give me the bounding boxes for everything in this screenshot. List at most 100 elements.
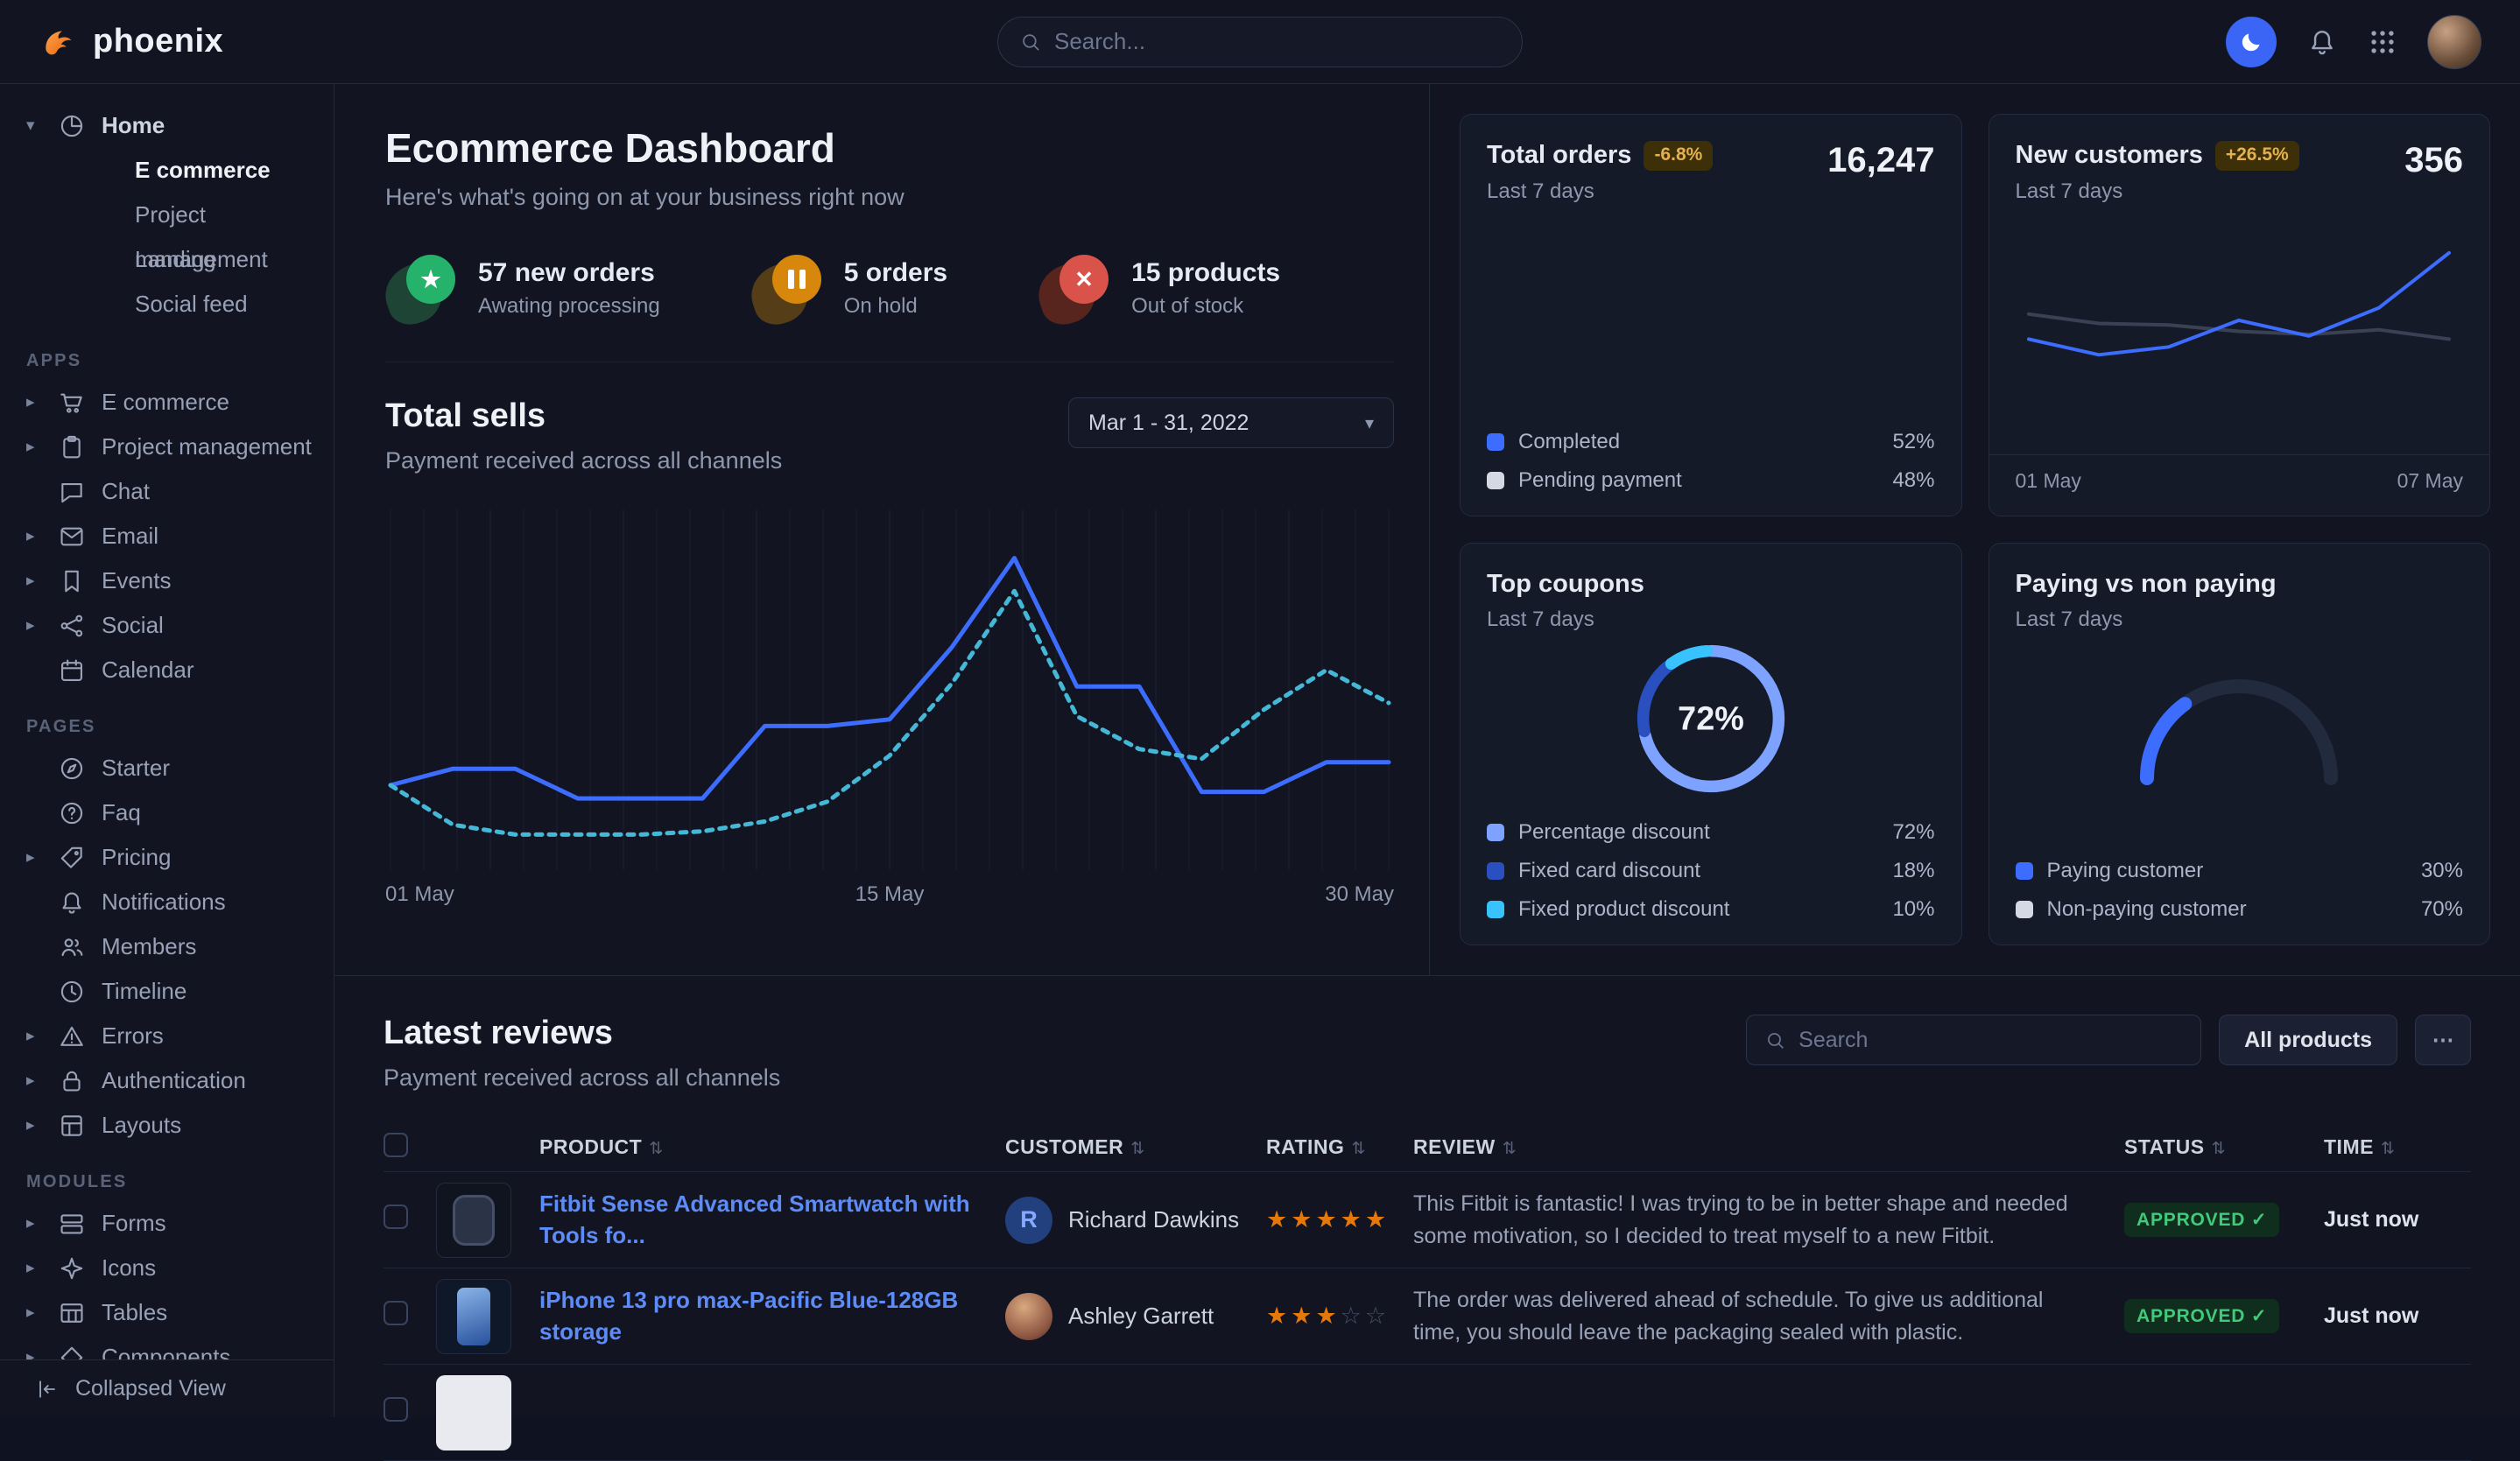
legend-label: Fixed product discount xyxy=(1518,897,1729,922)
product-link[interactable]: Fitbit Sense Advanced Smartwatch with To… xyxy=(539,1191,970,1247)
bell-icon xyxy=(58,889,86,917)
page-subtitle: Here's what's going on at your business … xyxy=(385,184,1394,211)
x-axis-label: 07 May xyxy=(2397,469,2463,493)
legend-label: Non-paying customer xyxy=(2047,897,2247,922)
all-products-button[interactable]: All products xyxy=(2219,1015,2397,1065)
legend-label: Paying customer xyxy=(2047,859,2204,883)
bell-icon xyxy=(2306,26,2338,58)
search-icon xyxy=(1764,1029,1786,1051)
sidebar-item-members[interactable]: Members xyxy=(26,924,316,969)
reviews-search[interactable] xyxy=(1746,1015,2201,1065)
collapsed-view-button[interactable]: Collapsed View xyxy=(0,1359,334,1417)
star-icon: ☆ xyxy=(1341,1303,1365,1329)
legend-item: Paying customer 30% xyxy=(2016,859,2464,883)
sidebar-item-events[interactable]: ▸ Events xyxy=(26,558,316,603)
sidebar-item-e-commerce[interactable]: ▸ E commerce xyxy=(26,380,316,425)
global-search[interactable] xyxy=(997,17,1523,67)
sidebar-item-starter[interactable]: Starter xyxy=(26,746,316,790)
chevron-right-icon: ▸ xyxy=(26,392,58,412)
card-title: Total orders xyxy=(1487,141,1631,169)
column-header-customer[interactable]: CUSTOMER⇅ xyxy=(1005,1135,1266,1159)
paying-gauge-chart xyxy=(2121,657,2357,793)
moon-icon xyxy=(2238,29,2264,55)
quick-stats: ★ 57 new orders Awating processing 5 ord… xyxy=(385,253,1394,323)
sidebar-item-forms[interactable]: ▸ Forms xyxy=(26,1201,316,1246)
column-header-rating[interactable]: RATING⇅ xyxy=(1266,1135,1413,1159)
customer-avatar xyxy=(1005,1293,1052,1340)
dashboard-top-section: Ecommerce Dashboard Here's what's going … xyxy=(334,84,2520,976)
x-axis-label: 30 May xyxy=(1325,882,1394,907)
column-header-status[interactable]: STATUS⇅ xyxy=(2124,1135,2324,1159)
legend-swatch xyxy=(1487,862,1504,880)
customer-name: Ashley Garrett xyxy=(1068,1303,1214,1330)
pie-icon xyxy=(58,112,86,140)
review-time: Just now xyxy=(2324,1207,2455,1233)
tag-icon xyxy=(58,844,86,872)
stat-caption: On hold xyxy=(844,294,947,319)
sidebar-item-chat[interactable]: Chat xyxy=(26,469,316,514)
stat-title: 57 new orders xyxy=(478,258,660,288)
new-customers-card: New customers+26.5% Last 7 days 356 01 M… xyxy=(1989,114,2491,516)
sidebar-item-project-management[interactable]: ▸ Project management xyxy=(26,425,316,469)
sidebar-item-e-commerce[interactable]: E commerce xyxy=(26,148,316,193)
collapsed-view-label: Collapsed View xyxy=(75,1376,226,1401)
sidebar-item-tables[interactable]: ▸ Tables xyxy=(26,1290,316,1335)
notifications-button[interactable] xyxy=(2306,26,2338,58)
reviews-search-input[interactable] xyxy=(1798,1028,2183,1053)
row-checkbox[interactable] xyxy=(384,1301,408,1325)
product-image xyxy=(436,1375,511,1450)
bookmark-icon xyxy=(58,567,86,595)
sidebar: ▾ HomeE commerceProject managementLandin… xyxy=(0,84,334,1417)
status-badge: APPROVED ✓ xyxy=(2124,1299,2279,1333)
global-search-input[interactable] xyxy=(1054,28,1501,55)
compass-icon xyxy=(58,755,86,783)
column-header-product[interactable]: PRODUCT⇅ xyxy=(539,1135,1005,1159)
product-link[interactable]: iPhone 13 pro max-Pacific Blue-128GB sto… xyxy=(539,1287,958,1344)
legend-value: 70% xyxy=(2421,897,2463,922)
total-orders-chart xyxy=(1505,219,1917,385)
row-checkbox[interactable] xyxy=(384,1397,408,1422)
reviews-subtitle: Payment received across all channels xyxy=(384,1064,780,1092)
sidebar-item-components[interactable]: ▸ Components xyxy=(26,1335,316,1359)
sort-icon: ⇅ xyxy=(1503,1140,1517,1158)
chevron-right-icon: ▸ xyxy=(26,1347,58,1359)
chevron-right-icon: ▸ xyxy=(26,437,58,457)
theme-toggle-button[interactable] xyxy=(2226,17,2277,67)
row-checkbox[interactable] xyxy=(384,1205,408,1229)
more-options-button[interactable]: ⋯ xyxy=(2415,1015,2471,1065)
legend-value: 48% xyxy=(1892,468,1934,493)
sidebar-item-errors[interactable]: ▸ Errors xyxy=(26,1014,316,1058)
sidebar-item-home[interactable]: ▾ Home xyxy=(26,103,316,148)
sidebar-item-layouts[interactable]: ▸ Layouts xyxy=(26,1103,316,1148)
sidebar-item-faq[interactable]: Faq xyxy=(26,790,316,835)
calendar-icon xyxy=(58,657,86,685)
sidebar-item-timeline[interactable]: Timeline xyxy=(26,969,316,1014)
sidebar-item-notifications[interactable]: Notifications xyxy=(26,880,316,924)
sidebar-item-email[interactable]: ▸ Email xyxy=(26,514,316,558)
sidebar-item-pricing[interactable]: ▸ Pricing xyxy=(26,835,316,880)
legend-label: Pending payment xyxy=(1518,468,1682,493)
column-header-time[interactable]: TIME⇅ xyxy=(2324,1135,2455,1159)
top-coupons-donut: 72% xyxy=(1624,632,1798,805)
star-icon: ★ xyxy=(1266,1206,1291,1233)
paying-legend: Paying customer 30% Non-paying customer … xyxy=(2016,845,2464,922)
sidebar-item-landing[interactable]: Landing xyxy=(26,237,316,282)
brand-logo[interactable]: phoenix xyxy=(39,22,223,62)
sidebar-item-authentication[interactable]: ▸ Authentication xyxy=(26,1058,316,1103)
date-range-select[interactable]: Mar 1 - 31, 2022 ▾ xyxy=(1068,397,1394,448)
legend-item: Non-paying customer 70% xyxy=(2016,897,2464,922)
sidebar-item-icons[interactable]: ▸ Icons xyxy=(26,1246,316,1290)
search-icon xyxy=(1764,1029,1786,1051)
sidebar-item-project-management[interactable]: Project management xyxy=(26,193,316,237)
sidebar-item-social[interactable]: ▸ Social xyxy=(26,603,316,648)
sidebar-item-calendar[interactable]: Calendar xyxy=(26,648,316,692)
legend-swatch xyxy=(1487,901,1504,918)
select-all-checkbox[interactable] xyxy=(384,1133,408,1157)
grid-icon xyxy=(2368,27,2397,57)
sidebar-item-social-feed[interactable]: Social feed xyxy=(26,282,316,327)
moon-icon xyxy=(2238,29,2264,55)
column-header-review[interactable]: REVIEW⇅ xyxy=(1413,1135,2124,1159)
user-avatar[interactable] xyxy=(2427,15,2481,69)
chevron-right-icon: ▸ xyxy=(26,571,58,591)
apps-grid-button[interactable] xyxy=(2368,27,2397,57)
